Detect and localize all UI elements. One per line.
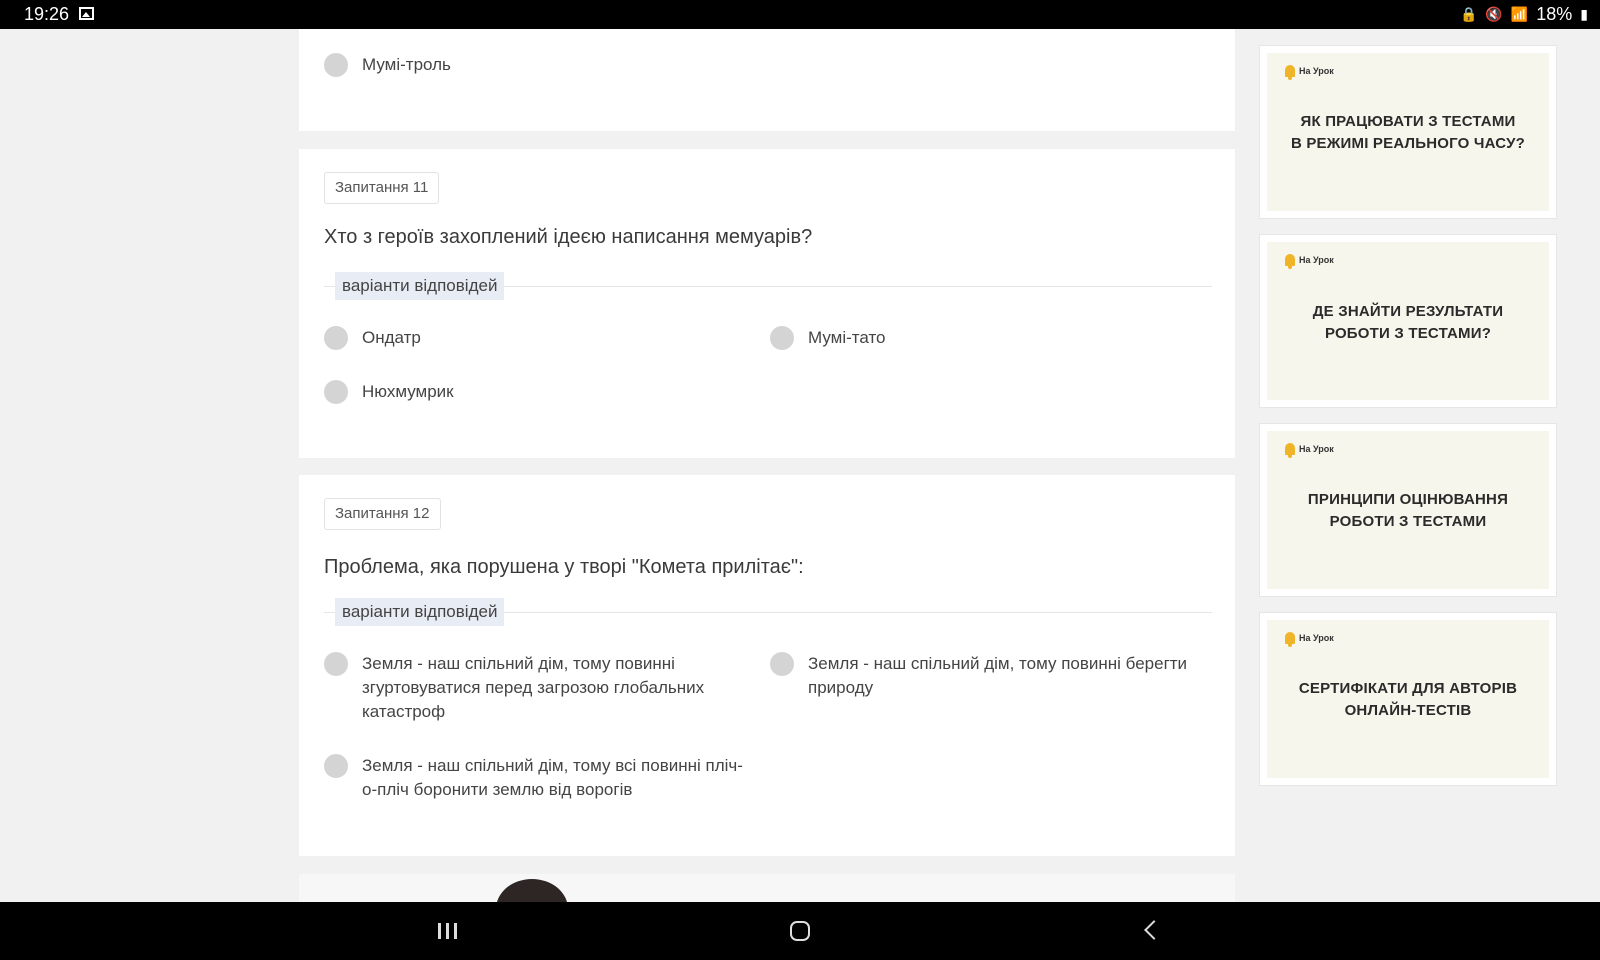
brand-logo: На Урок <box>1285 65 1334 80</box>
battery-icon: ▮ <box>1580 6 1588 22</box>
answer-option[interactable]: Земля - наш спільний дім, тому повинні б… <box>770 652 1210 700</box>
promo-title: СЕРТИФІКАТИ ДЛЯ АВТОРІВ ОНЛАЙН-ТЕСТІВ <box>1267 678 1549 722</box>
answer-option[interactable]: Мумі-троль <box>324 53 451 77</box>
promo-title-line: ОНЛАЙН-ТЕСТІВ <box>1344 702 1472 719</box>
promo-title-line: РОБОТИ З ТЕСТАМИ <box>1329 513 1487 530</box>
answer-text: Земля - наш спільний дім, тому повинні б… <box>808 654 1188 697</box>
question-card-11: Запитання 11 Хто з героїв захоплений іде… <box>299 149 1235 458</box>
answer-text: Ондатр <box>362 328 421 347</box>
promo-title-line: ЯК ПРАЦЮВАТИ З ТЕСТАМИ <box>1300 113 1516 130</box>
promo-title: ПРИНЦИПИ ОЦІНЮВАННЯ РОБОТИ З ТЕСТАМИ <box>1267 489 1549 533</box>
answers-divider: варіанти відповідей <box>324 598 1212 626</box>
question-number-badge: Запитання 11 <box>324 172 440 204</box>
question-number-badge: Запитання 12 <box>324 498 441 530</box>
radio-button[interactable] <box>324 53 348 77</box>
promo-title-line: ДЕ ЗНАЙТИ РЕЗУЛЬТАТИ <box>1312 303 1504 320</box>
brand-name: На Урок <box>1299 255 1334 265</box>
navigation-bar <box>0 902 1600 960</box>
promo-title: ДЕ ЗНАЙТИ РЕЗУЛЬТАТИ РОБОТИ З ТЕСТАМИ? <box>1267 301 1549 345</box>
answers-divider: варіанти відповідей <box>324 272 1212 300</box>
brand-name: На Урок <box>1299 444 1334 454</box>
promo-banner-certificates[interactable]: На Урок СЕРТИФІКАТИ ДЛЯ АВТОРІВ ОНЛАЙН-Т… <box>1259 612 1557 786</box>
wifi-icon: 📶 <box>1510 6 1529 22</box>
promo-banner-realtime-tests[interactable]: На Урок ЯК ПРАЦЮВАТИ З ТЕСТАМИ В РЕЖИМІ … <box>1259 45 1557 219</box>
radio-button[interactable] <box>770 652 794 676</box>
radio-button[interactable] <box>324 754 348 778</box>
answer-text: Земля - наш спільний дім, тому всі повин… <box>362 756 743 799</box>
answers-label: варіанти відповідей <box>335 272 505 300</box>
promo-title-line: В РЕЖИМІ РЕАЛЬНОГО ЧАСУ? <box>1290 135 1526 152</box>
bell-icon <box>1285 254 1295 269</box>
answer-option[interactable]: Ондатр <box>324 326 421 350</box>
brand-logo: На Урок <box>1285 254 1334 269</box>
promo-title: ЯК ПРАЦЮВАТИ З ТЕСТАМИ В РЕЖИМІ РЕАЛЬНОГ… <box>1267 111 1549 155</box>
battery-level: 18% <box>1536 4 1573 24</box>
answer-text: Земля - наш спільний дім, тому повинні з… <box>362 654 705 721</box>
brand-name: На Урок <box>1299 66 1334 76</box>
promo-title-line: ПРИНЦИПИ ОЦІНЮВАННЯ <box>1307 491 1509 508</box>
home-icon[interactable] <box>790 921 810 941</box>
radio-button[interactable] <box>770 326 794 350</box>
status-time: 19:26 <box>24 4 70 24</box>
question-text: Проблема, яка порушена у творі "Комета п… <box>324 556 804 578</box>
brand-name: На Урок <box>1299 633 1334 643</box>
bell-icon <box>1285 65 1295 80</box>
answer-option[interactable]: Нюхмумрик <box>324 380 454 404</box>
bell-icon <box>1285 443 1295 458</box>
question-card-10: Мумі-троль <box>299 29 1235 131</box>
brand-logo: На Урок <box>1285 632 1334 647</box>
status-icons: 🔒 🔇 📶 18% ▮ <box>1460 4 1588 25</box>
answer-option[interactable]: Земля - наш спільний дім, тому всі повин… <box>324 754 754 802</box>
promo-title-line: РОБОТИ З ТЕСТАМИ? <box>1324 325 1492 342</box>
radio-button[interactable] <box>324 326 348 350</box>
radio-button[interactable] <box>324 380 348 404</box>
recent-apps-icon[interactable] <box>438 923 457 939</box>
radio-button[interactable] <box>324 652 348 676</box>
lock-icon: 🔒 <box>1459 6 1478 22</box>
gallery-icon <box>79 7 94 20</box>
answer-option[interactable]: Земля - наш спільний дім, тому повинні з… <box>324 652 734 724</box>
back-icon[interactable] <box>1144 920 1164 940</box>
promo-title-line: СЕРТИФІКАТИ ДЛЯ АВТОРІВ <box>1298 680 1518 697</box>
answer-text: Мумі-троль <box>362 55 451 74</box>
brand-logo: На Урок <box>1285 443 1334 458</box>
promo-banner-grading[interactable]: На Урок ПРИНЦИПИ ОЦІНЮВАННЯ РОБОТИ З ТЕС… <box>1259 423 1557 597</box>
bell-icon <box>1285 632 1295 647</box>
answers-label: варіанти відповідей <box>335 598 505 626</box>
answer-option[interactable]: Мумі-тато <box>770 326 886 350</box>
question-card-12: Запитання 12 Проблема, яка порушена у тв… <box>299 475 1235 856</box>
mute-icon: 🔇 <box>1485 6 1503 22</box>
question-text: Хто з героїв захоплений ідеєю написання … <box>324 226 813 248</box>
status-bar: 19:26 🔒 🔇 📶 18% ▮ <box>0 0 1600 29</box>
next-card <box>299 874 1235 939</box>
answer-text: Нюхмумрик <box>362 382 454 401</box>
promo-banner-results[interactable]: На Урок ДЕ ЗНАЙТИ РЕЗУЛЬТАТИ РОБОТИ З ТЕ… <box>1259 234 1557 408</box>
answer-text: Мумі-тато <box>808 328 886 347</box>
